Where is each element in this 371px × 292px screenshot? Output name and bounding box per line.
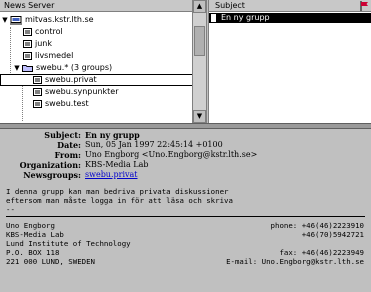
newsgroup-link[interactable]: swebu.privat <box>85 170 138 180</box>
header-value-from: Uno Engborg <Uno.Engborg@kstr.lth.se> <box>85 150 258 159</box>
newsgroup-icon <box>23 40 32 48</box>
body-line: eftersom man måste logga in för att läsa… <box>6 196 233 205</box>
signature-left-line: KBS-Media Lab <box>6 230 64 239</box>
message-list-header[interactable]: Subject <box>209 0 371 12</box>
tree-node-server[interactable]: ▼ mitvas.kstr.lth.se <box>0 14 193 26</box>
signature-right-line: E-mail: Uno.Engborg@kstr.lth.se <box>226 257 364 266</box>
folder-pane-title: News Server <box>4 1 55 10</box>
header-value-date: Sun, 05 Jan 1997 22:45:14 +0100 <box>85 140 223 149</box>
tree-node-label: swebu.privat <box>45 75 97 84</box>
scrollbar-thumb[interactable] <box>194 26 205 56</box>
header-key: Subject: <box>44 130 81 140</box>
header-value-subject: En ny grupp <box>85 130 140 140</box>
tree-node-label: swebu.* (3 groups) <box>36 63 113 72</box>
message-view: Subject: En ny grupp Date: Sun, 05 Jan 1… <box>0 129 371 292</box>
subject-column-header[interactable]: Subject <box>215 1 245 10</box>
tree-node-label: swebu.synpunkter <box>45 87 119 96</box>
header-key: From: <box>54 150 81 160</box>
folder-pane: News Server ▼ mitvas.kstr.lth.se control… <box>0 0 207 123</box>
disclosure-triangle-icon[interactable]: ▼ <box>13 62 21 74</box>
newsgroup-icon <box>33 76 42 84</box>
tree-node-label: livsmedel <box>35 51 74 60</box>
header-key: Newsgroups: <box>23 170 81 180</box>
tree-node-newsgroup[interactable]: swebu.synpunkter <box>0 86 193 98</box>
server-icon <box>10 16 22 25</box>
flag-icon[interactable] <box>360 1 369 11</box>
signature-left-line: P.O. BOX 118 <box>6 248 60 257</box>
unread-marker-icon <box>211 14 216 22</box>
header-from-row: From: Uno Engborg <Uno.Engborg@kstr.lth.… <box>0 150 257 160</box>
tree-node-newsgroup-selected[interactable]: swebu.privat <box>0 74 193 86</box>
tree-node-group-folder[interactable]: ▼ swebu.* (3 groups) <box>0 62 193 74</box>
signature-left-line: Lund Institute of Technology <box>6 239 131 248</box>
folder-icon <box>22 65 33 72</box>
newsgroup-icon <box>33 88 42 96</box>
tree-node-newsgroup[interactable]: junk <box>0 38 193 50</box>
top-split: News Server ▼ mitvas.kstr.lth.se control… <box>0 0 371 123</box>
tree-node-label: control <box>35 27 63 36</box>
header-organization-row: Organization: KBS-Media Lab <box>0 160 149 170</box>
header-key: Date: <box>57 140 81 150</box>
header-key: Organization: <box>19 160 81 170</box>
newsgroup-tree: ▼ mitvas.kstr.lth.se control junk livsme… <box>0 13 193 123</box>
message-list-pane: Subject En ny grupp <box>208 0 371 123</box>
header-subject-row: Subject: En ny grupp <box>0 130 139 140</box>
folder-pane-scrollbar[interactable]: ▲ ▼ <box>192 0 206 123</box>
signature-rule <box>6 216 365 217</box>
tree-node-newsgroup[interactable]: livsmedel <box>0 50 193 62</box>
header-date-row: Date: Sun, 05 Jan 1997 22:45:14 +0100 <box>0 140 223 150</box>
newsgroup-icon <box>23 52 32 60</box>
tree-node-newsgroup[interactable]: swebu.test <box>0 98 193 110</box>
scroll-down-arrow-icon[interactable]: ▼ <box>193 110 206 123</box>
body-line: I denna grupp kan man bedriva privata di… <box>6 187 229 196</box>
tree-node-label: junk <box>35 39 52 48</box>
signature-right-line: fax: +46(46)2223949 <box>279 248 364 257</box>
header-value-organization: KBS-Media Lab <box>85 160 149 169</box>
signature-right-line: +46(70)5942721 <box>301 230 364 239</box>
disclosure-triangle-icon[interactable]: ▼ <box>1 14 9 26</box>
scroll-up-arrow-icon[interactable]: ▲ <box>193 0 206 13</box>
signature-separator: -- <box>6 205 15 214</box>
folder-pane-header[interactable]: News Server <box>0 0 206 12</box>
header-newsgroups-row: Newsgroups: swebu.privat <box>0 170 137 180</box>
message-subject: En ny grupp <box>221 13 270 22</box>
newsgroup-icon <box>33 100 42 108</box>
signature-left-line: 221 000 LUND, SWEDEN <box>6 257 95 266</box>
tree-node-label: swebu.test <box>45 99 89 108</box>
tree-node-newsgroup[interactable]: control <box>0 26 193 38</box>
newsgroup-icon <box>23 28 32 36</box>
signature-left-line: Uno Engborg <box>6 221 55 230</box>
tree-node-label: mitvas.kstr.lth.se <box>25 15 94 24</box>
signature-right-line: phone: +46(46)2223910 <box>270 221 364 230</box>
message-row-selected[interactable]: En ny grupp <box>209 13 371 23</box>
